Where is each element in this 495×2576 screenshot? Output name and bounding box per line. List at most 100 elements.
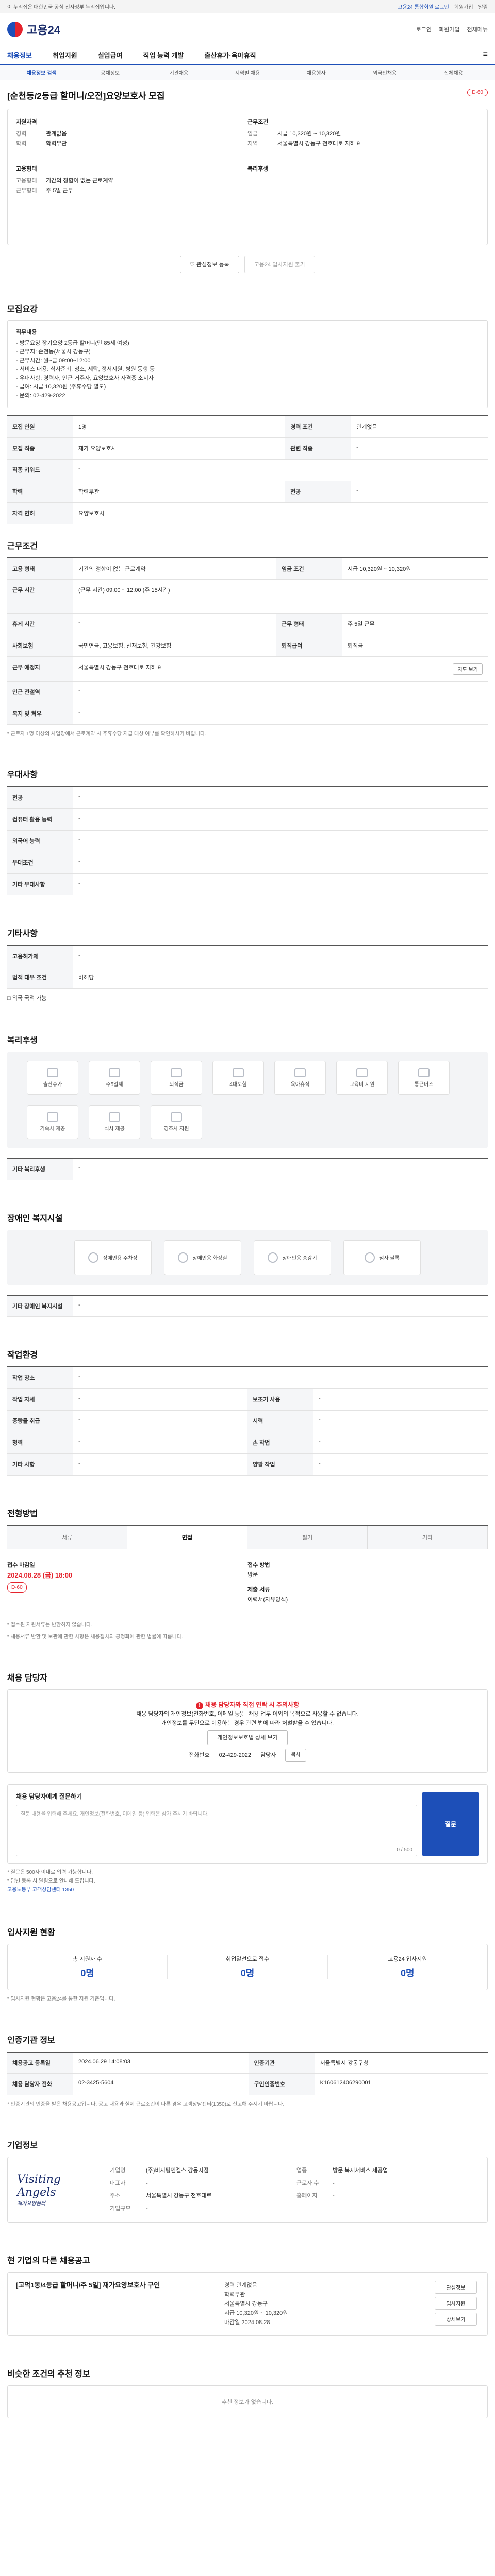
table-row: 중량물 취급 - 시력 - bbox=[7, 1410, 488, 1432]
welfare-tile: 퇴직금 bbox=[151, 1061, 202, 1095]
table-row: 휴게 시간 - 근무 형태 주 5일 근무 bbox=[7, 613, 488, 635]
table-cell: - bbox=[351, 437, 488, 460]
table-row: 법적 대우 조건 비해당 bbox=[7, 967, 488, 989]
stat-value: 0명 bbox=[401, 1968, 415, 1978]
table-cell: - bbox=[314, 1453, 488, 1476]
nav-item-parental-leave[interactable]: 출산휴가·육아휴직 bbox=[205, 50, 256, 60]
welfare-icon bbox=[47, 1068, 58, 1077]
company-logo-text: Visiting bbox=[17, 2173, 61, 2186]
welfare-icon bbox=[171, 1112, 182, 1122]
subnav-item[interactable]: 외국인채용 bbox=[351, 69, 419, 76]
company-info-grid: 기업명 (주)비지팅엔젤스 강동지점 업종 방문 복지서비스 제공업 대표자 - 근로자 … bbox=[110, 2166, 478, 2213]
topbar-join-link[interactable]: 회원가입 bbox=[454, 3, 473, 10]
section-title: 모집요강 bbox=[7, 305, 38, 314]
welfare-label: 육아휴직 bbox=[290, 1082, 310, 1088]
nav-item-skill-development[interactable]: 직업 능력 개발 bbox=[143, 50, 184, 60]
tab-other[interactable]: 기타 bbox=[368, 1526, 488, 1549]
disability-tile: 장애인용 화장실 bbox=[164, 1240, 241, 1275]
table-row: 외국어 능력 - bbox=[7, 830, 488, 852]
apply-disabled-button[interactable]: 고용24 입사지원 불가 bbox=[244, 256, 315, 273]
summary-row: 근무형태 주 5일 근무 bbox=[16, 186, 248, 196]
contact-warning-text: 채용 담당자와 직접 연락 시 주의사항 bbox=[205, 1701, 300, 1708]
subnav-item[interactable]: 기관채용 bbox=[144, 69, 213, 76]
table-cell: 요양보호사 bbox=[73, 502, 488, 524]
welfare-icon bbox=[294, 1068, 306, 1077]
topbar-alert-link[interactable]: 알림 bbox=[478, 3, 488, 10]
other-job-title[interactable]: [고덕1동/4등급 할머니/주 5일] 재가요양보호사 구인 bbox=[16, 2281, 217, 2290]
institution-table: 채용공고 등록일 2024.06.29 14:08:03 인증기관 서울특별시 강동구… bbox=[7, 2051, 488, 2095]
welfare-icon bbox=[418, 1068, 430, 1077]
table-header-cell: 관련 직종 bbox=[285, 437, 352, 460]
section-title: 작업환경 bbox=[7, 1351, 38, 1360]
stat-item: 취업알선으로 접수 0명 bbox=[168, 1954, 328, 1979]
table-row: 자격 면허 요양보호사 bbox=[7, 502, 488, 524]
summary-key: 임금 bbox=[248, 131, 258, 137]
welfare-icon bbox=[171, 1068, 182, 1077]
table-row: 컴퓨터 활용 능력 - bbox=[7, 808, 488, 831]
save-interest-button[interactable]: ♡ 관심정보 등록 bbox=[179, 256, 239, 273]
table-cell: - bbox=[73, 459, 488, 481]
question-placeholder: 질문 내용을 입력해 주세요. 개인정보(전화번호, 이메일 등) 입력은 삼가… bbox=[21, 1811, 209, 1817]
table-cell: - bbox=[73, 703, 488, 725]
table-cell: (근무 시간) 09:00 ~ 12:00 (주 15시간) bbox=[73, 579, 488, 614]
table-cell: - bbox=[73, 1453, 248, 1476]
site-header: 고용24 로그인 회원가입 전체메뉴 bbox=[0, 13, 495, 45]
table-row: 직종 키워드 - bbox=[7, 459, 488, 481]
other-job-save-button[interactable]: 관심정보 bbox=[435, 2281, 477, 2294]
other-job-actions: 관심정보 입사지원 상세보기 bbox=[433, 2281, 479, 2327]
table-row: 근무 시간 (근무 시간) 09:00 ~ 12:00 (주 15시간) bbox=[7, 579, 488, 614]
subnav-item[interactable]: 채용정보 검색 bbox=[7, 69, 76, 76]
summary-value: 기간의 정함이 없는 근로계약 bbox=[46, 178, 113, 184]
tab-interview[interactable]: 면접 bbox=[127, 1526, 248, 1549]
other-job-card[interactable]: [고덕1동/4등급 할머니/주 5일] 재가요양보호사 구인 경력 관계없음 학… bbox=[7, 2272, 488, 2336]
table-header-cell: 임금 조건 bbox=[276, 557, 342, 580]
tab-document[interactable]: 서류 bbox=[7, 1526, 127, 1549]
header-menu-link[interactable]: 전체메뉴 bbox=[467, 25, 488, 33]
privacy-law-button[interactable]: 개인정보보호법 상세 보기 bbox=[207, 1730, 288, 1745]
table-header-cell: 외국어 능력 bbox=[7, 830, 73, 852]
help-center-link[interactable]: 고용노동부 고객상담센터 1350 bbox=[7, 1886, 488, 1894]
table-cell: - bbox=[314, 1432, 488, 1454]
other-job-info-line: 시급 10,320원 ~ 10,320원 bbox=[224, 2310, 288, 2316]
job-title: [순천동/2등급 할머니/오전]요양보호사 모집 bbox=[7, 91, 165, 101]
company-key: 대표자 bbox=[110, 2180, 126, 2187]
other-job-apply-button[interactable]: 입사지원 bbox=[435, 2297, 477, 2310]
tab-written[interactable]: 필기 bbox=[248, 1526, 368, 1549]
subnav-item[interactable]: 전체채용 bbox=[419, 69, 488, 76]
apply-deadline-heading: 접수 마감일 bbox=[7, 1562, 35, 1568]
summary-qualification: 지원자격 경력 관계없음 학력 학력무관 bbox=[16, 117, 248, 149]
welfare-label: 식사 제공 bbox=[104, 1126, 125, 1132]
header-login-link[interactable]: 로그인 bbox=[416, 25, 432, 33]
disability-table: 기타 장애인 복지시설 - bbox=[7, 1294, 488, 1317]
question-textarea[interactable]: 질문 내용을 입력해 주세요. 개인정보(전화번호, 이메일 등) 입력은 삼가… bbox=[16, 1804, 417, 1856]
apply-documents-value: 이력서(자유양식) bbox=[248, 1596, 288, 1603]
recruitment-table: 모집 인원 1명 경력 조건 관계없음 모집 직종 재가 요양보호사 관련 직종 - 직종 … bbox=[7, 415, 488, 524]
hamburger-menu-icon[interactable]: ≡ bbox=[483, 50, 488, 59]
table-cell: - bbox=[73, 945, 488, 967]
question-notes: * 질문은 500자 이내로 입력 가능합니다. * 답변 등록 시 알림으로 … bbox=[7, 1868, 488, 1894]
question-submit-button[interactable]: 질문 bbox=[422, 1791, 479, 1856]
table-row: 전공 - bbox=[7, 787, 488, 809]
subnav-item[interactable]: 채용행사 bbox=[282, 69, 351, 76]
summary-row: 고용형태 기간의 정함이 없는 근로계약 bbox=[16, 176, 248, 186]
copy-button[interactable]: 복사 bbox=[285, 1748, 306, 1762]
nav-item-employment-support[interactable]: 취업지원 bbox=[53, 50, 77, 60]
table-header-cell: 고용 형태 bbox=[7, 557, 73, 580]
job-description-line: - 급여: 시급 10,320원 (주휴수당 별도) bbox=[16, 384, 106, 390]
map-view-button[interactable]: 지도 보기 bbox=[453, 663, 483, 675]
table-cell: - bbox=[351, 481, 488, 503]
nav-item-unemployment-benefit[interactable]: 실업급여 bbox=[98, 50, 123, 60]
subnav-item[interactable]: 공채정보 bbox=[76, 69, 144, 76]
header-join-link[interactable]: 회원가입 bbox=[439, 25, 459, 33]
nav-item-jobs[interactable]: 채용정보 bbox=[7, 50, 32, 60]
topbar-login-link[interactable]: 고용24 통합회원 로그인 bbox=[398, 3, 449, 10]
institution-note: * 인증기관의 인증을 받은 채용공고입니다. 공고 내용과 실제 근로조건이 … bbox=[7, 2102, 285, 2107]
table-cell: K160612406290001 bbox=[315, 2073, 488, 2095]
section-title: 채용 담당자 bbox=[7, 1673, 48, 1683]
apply-deadline: 접수 마감일 2024.08.28 (금) 18:00 D-60 bbox=[7, 1561, 248, 1605]
site-logo[interactable]: 고용24 bbox=[7, 21, 60, 38]
subnav-item[interactable]: 지역별 채용 bbox=[213, 69, 282, 76]
other-job-detail-button[interactable]: 상세보기 bbox=[435, 2313, 477, 2326]
government-banner: 이 누리집은 대한민국 공식 전자정부 누리집입니다. 고용24 통합회원 로그… bbox=[0, 0, 495, 13]
job-description-line: - 근무지: 순천동(서울시 강동구) bbox=[16, 349, 91, 355]
